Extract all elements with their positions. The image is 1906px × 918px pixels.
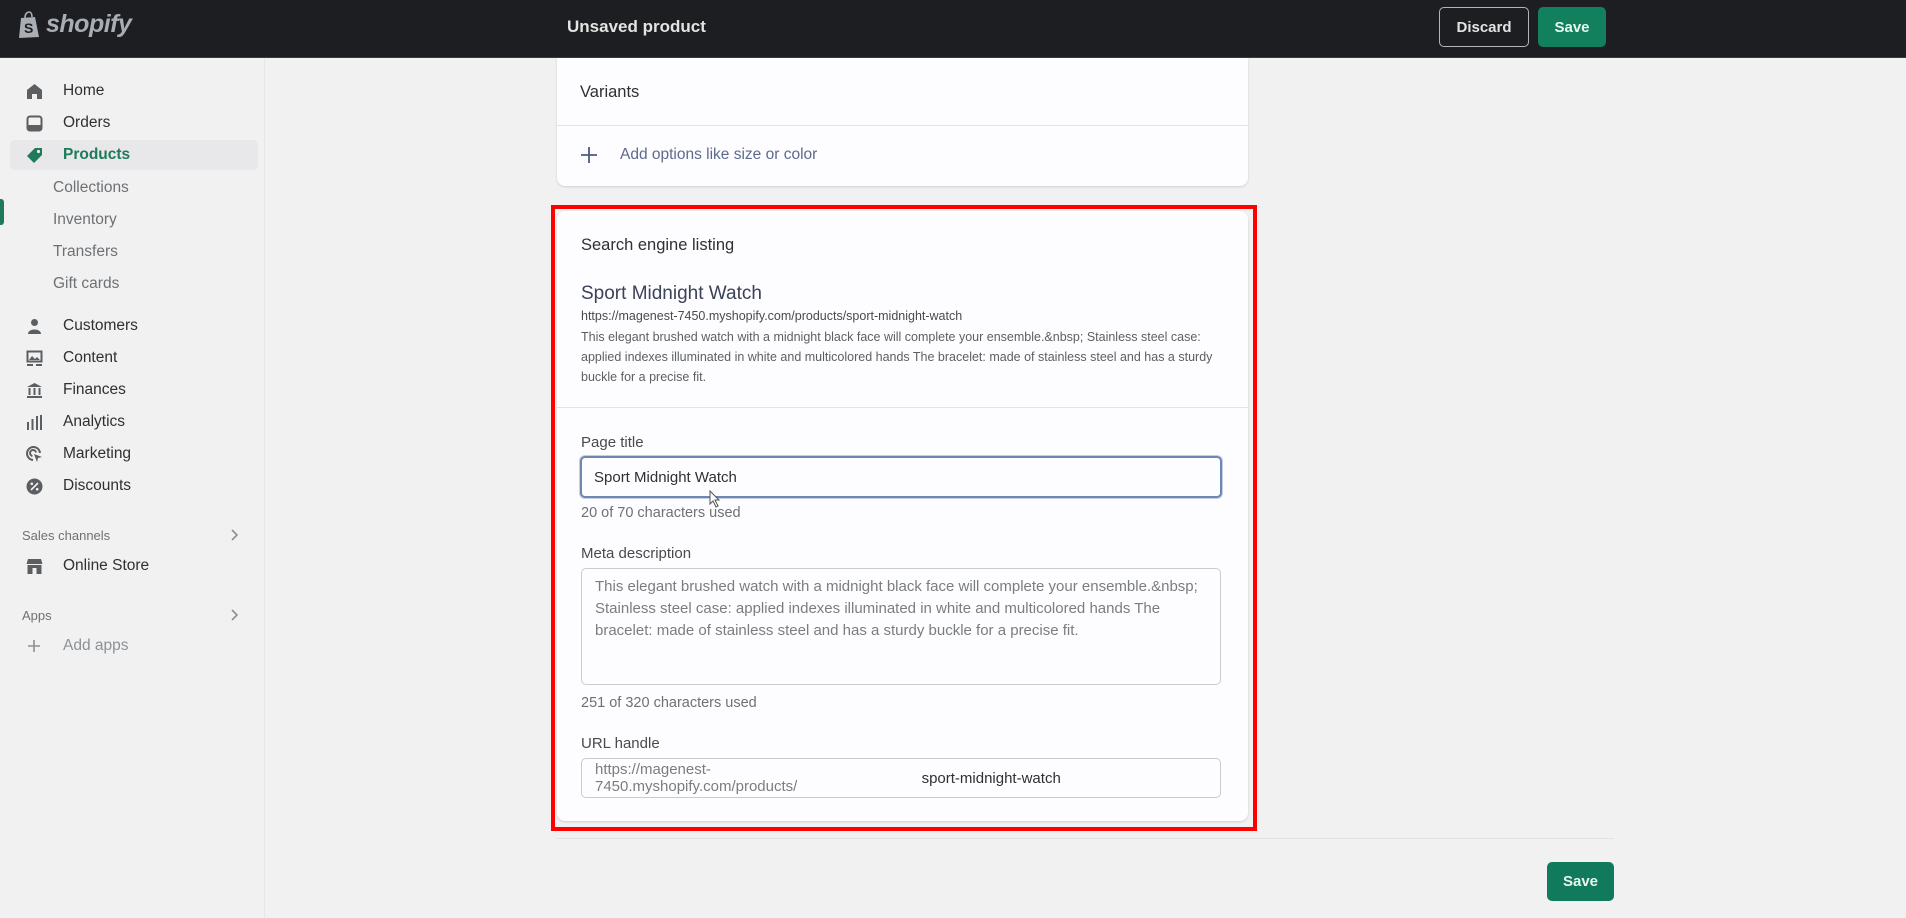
add-apps-label: Add apps [63, 637, 129, 654]
sidebar-item-label: Orders [63, 114, 111, 131]
sidebar-subitem-collections[interactable]: Collections [53, 179, 129, 197]
sidebar-item-label: Analytics [63, 413, 126, 430]
tag-icon [24, 145, 44, 165]
url-handle-input[interactable] [921, 769, 1220, 787]
sidebar-item-marketing[interactable]: Marketing [10, 439, 258, 469]
save-button-bottom[interactable]: Save [1547, 862, 1614, 901]
meta-description-char-count: 251 of 320 characters used [581, 695, 757, 711]
sidebar-subitem-inventory[interactable]: Inventory [53, 211, 117, 229]
variants-title: Variants [580, 83, 640, 101]
seo-preview-url: https://magenest-7450.myshopify.com/prod… [581, 309, 963, 323]
sidebar-item-content[interactable]: Content [10, 343, 258, 373]
discard-button[interactable]: Discard [1439, 7, 1529, 47]
url-handle-label: URL handle [581, 735, 660, 752]
bank-icon [24, 380, 44, 400]
page-title: Unsaved product [567, 17, 706, 36]
page-title-input[interactable] [580, 456, 1222, 498]
sidebar-item-label: Customers [63, 317, 138, 334]
meta-description-input[interactable]: This elegant brushed watch with a midnig… [581, 568, 1221, 685]
url-handle-field[interactable]: https://magenest-7450.myshopify.com/prod… [581, 758, 1221, 798]
variants-card: Variants Add options like size or color [557, 58, 1248, 186]
orders-icon [24, 113, 44, 133]
chevron-right-icon[interactable] [228, 608, 240, 622]
active-indicator [0, 199, 4, 225]
sidebar-item-label: Finances [63, 381, 126, 398]
sidebar-subitem-transfers[interactable]: Transfers [53, 243, 118, 261]
target-icon [24, 444, 44, 464]
mouse-cursor-icon [709, 490, 721, 508]
sidebar-item-online-store[interactable]: Online Store [10, 551, 258, 581]
top-bar: S shopify Unsaved product Discard Save [0, 0, 1906, 58]
sidebar-item-label: Discounts [63, 477, 132, 494]
sidebar-item-label: Products [63, 146, 131, 163]
sidebar-item-label: Home [63, 82, 105, 99]
sidebar-item-label: Online Store [63, 557, 150, 574]
save-button[interactable]: Save [1538, 7, 1606, 47]
discount-icon [24, 476, 44, 496]
plus-icon [581, 147, 597, 163]
content-icon [24, 348, 44, 368]
logo-text: shopify [46, 10, 132, 38]
add-apps-button[interactable]: Add apps [10, 631, 258, 661]
add-options-button[interactable]: Add options like size or color [580, 146, 817, 164]
sidebar-item-home[interactable]: Home [10, 76, 258, 106]
sidebar-item-customers[interactable]: Customers [10, 311, 258, 341]
home-icon [24, 81, 44, 101]
chevron-right-icon[interactable] [228, 528, 240, 542]
person-icon [24, 316, 44, 336]
divider [557, 838, 1614, 839]
search-engine-listing-card: Search engine listing Sport Midnight Wat… [557, 211, 1248, 821]
sidebar-item-products[interactable]: Products [10, 140, 258, 170]
shopify-logo[interactable]: S shopify [18, 10, 132, 39]
seo-preview-description: This elegant brushed watch with a midnig… [581, 330, 1213, 384]
sidebar-item-label: Content [63, 349, 118, 366]
url-handle-prefix: https://magenest-7450.myshopify.com/prod… [595, 761, 798, 795]
divider [557, 125, 1248, 126]
store-icon [24, 556, 44, 576]
meta-description-label: Meta description [581, 545, 692, 562]
add-options-label: Add options like size or color [620, 146, 818, 163]
sales-channels-heading: Sales channels [22, 528, 111, 543]
seo-card-title: Search engine listing [581, 236, 735, 254]
bar-chart-icon [24, 412, 44, 432]
sidebar-item-discounts[interactable]: Discounts [10, 471, 258, 501]
sidebar-item-analytics[interactable]: Analytics [10, 407, 258, 437]
seo-preview-title: Sport Midnight Watch [581, 283, 762, 304]
shopping-bag-icon: S [19, 10, 39, 38]
divider [557, 407, 1248, 408]
sidebar-item-label: Marketing [63, 445, 132, 462]
sidebar-item-orders[interactable]: Orders [10, 108, 258, 138]
svg-text:S: S [24, 20, 33, 36]
sidebar: Home Orders Products Collections Invento… [0, 58, 265, 918]
plus-icon [24, 636, 44, 656]
sidebar-subitem-gift-cards[interactable]: Gift cards [53, 275, 119, 293]
apps-heading: Apps [22, 608, 52, 623]
sidebar-item-finances[interactable]: Finances [10, 375, 258, 405]
page-title-label: Page title [581, 434, 644, 451]
